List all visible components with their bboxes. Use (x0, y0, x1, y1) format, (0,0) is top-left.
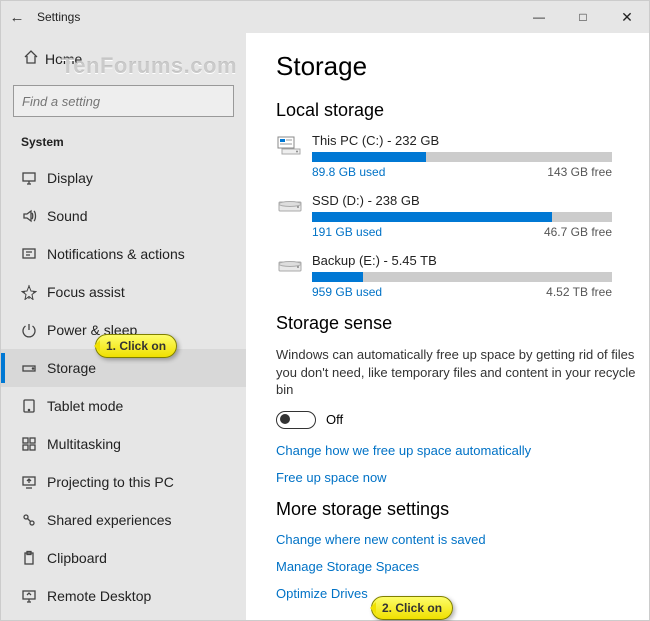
link-change-auto[interactable]: Change how we free up space automaticall… (276, 443, 637, 458)
multi-icon (21, 436, 47, 452)
storage-icon (21, 360, 47, 376)
storage-sense-heading: Storage sense (276, 313, 637, 334)
close-button[interactable]: ✕ (605, 1, 649, 33)
search-box[interactable] (13, 85, 234, 117)
maximize-button[interactable]: □ (561, 1, 605, 33)
drive-free: 46.7 GB free (544, 225, 612, 239)
main-content: Storage Local storage This PC (C:) - 232… (246, 33, 649, 620)
project-icon (21, 474, 47, 490)
local-storage-heading: Local storage (276, 100, 637, 121)
sidebar-item-remote[interactable]: Remote Desktop (1, 577, 246, 615)
more-settings-heading: More storage settings (276, 499, 637, 520)
nav-label: Notifications & actions (47, 246, 185, 262)
sidebar-item-clip[interactable]: Clipboard (1, 539, 246, 577)
nav-label: Tablet mode (47, 398, 123, 414)
sidebar-item-project[interactable]: Projecting to this PC (1, 463, 246, 501)
drive-usage-bar (312, 152, 612, 162)
sidebar-item-power[interactable]: Power & sleep (1, 311, 246, 349)
sidebar-item-notif[interactable]: Notifications & actions (1, 235, 246, 273)
drive-name: Backup (E:) - 5.45 TB (312, 253, 637, 268)
window-title: Settings (33, 10, 80, 24)
link-manage-spaces[interactable]: Manage Storage Spaces (276, 559, 637, 574)
sidebar-item-focus[interactable]: Focus assist (1, 273, 246, 311)
sidebar-item-multi[interactable]: Multitasking (1, 425, 246, 463)
link-change-location[interactable]: Change where new content is saved (276, 532, 637, 547)
page-title: Storage (276, 51, 637, 82)
nav-label: Display (47, 170, 93, 186)
drive-name: SSD (D:) - 238 GB (312, 193, 637, 208)
home-icon (23, 49, 45, 69)
remote-icon (21, 588, 47, 604)
tablet-icon (21, 398, 47, 414)
drive-icon (276, 193, 312, 239)
sidebar-item-about[interactable]: About (1, 615, 246, 620)
notif-icon (21, 246, 47, 262)
nav-label: Sound (47, 208, 87, 224)
sound-icon (21, 208, 47, 224)
sidebar-item-sound[interactable]: Sound (1, 197, 246, 235)
sidebar: Home System Display Sound Notifications & … (1, 33, 246, 620)
home-button[interactable]: Home (1, 41, 246, 77)
nav-label: Power & sleep (47, 322, 137, 338)
drive-row[interactable]: Backup (E:) - 5.45 TB 959 GB used4.52 TB … (276, 253, 637, 299)
drive-row[interactable]: This PC (C:) - 232 GB 89.8 GB used143 GB … (276, 133, 637, 179)
drive-free: 4.52 TB free (546, 285, 612, 299)
drive-free: 143 GB free (547, 165, 612, 179)
drive-icon (276, 133, 312, 179)
toggle-state-label: Off (326, 412, 343, 427)
nav-label: Remote Desktop (47, 588, 151, 604)
nav-label: Clipboard (47, 550, 107, 566)
nav-list: Display Sound Notifications & actions Focus… (1, 159, 246, 620)
nav-label: Storage (47, 360, 96, 376)
drive-used: 89.8 GB used (312, 165, 547, 179)
back-button[interactable]: ← (1, 9, 33, 26)
nav-label: Multitasking (47, 436, 121, 452)
link-free-now[interactable]: Free up space now (276, 470, 637, 485)
power-icon (21, 322, 47, 338)
sidebar-item-storage[interactable]: Storage (1, 349, 246, 387)
sidebar-item-tablet[interactable]: Tablet mode (1, 387, 246, 425)
drive-usage-bar (312, 272, 612, 282)
search-input[interactable] (22, 94, 225, 109)
drive-name: This PC (C:) - 232 GB (312, 133, 637, 148)
focus-icon (21, 284, 47, 300)
shared-icon (21, 512, 47, 528)
drive-row[interactable]: SSD (D:) - 238 GB 191 GB used46.7 GB free (276, 193, 637, 239)
sidebar-item-display[interactable]: Display (1, 159, 246, 197)
nav-label: Focus assist (47, 284, 125, 300)
drive-used: 191 GB used (312, 225, 544, 239)
storage-sense-toggle[interactable] (276, 411, 316, 429)
drive-icon (276, 253, 312, 299)
nav-label: Projecting to this PC (47, 474, 174, 490)
section-label: System (1, 131, 246, 159)
link-optimize-drives[interactable]: Optimize Drives (276, 586, 637, 601)
display-icon (21, 170, 47, 186)
nav-label: Shared experiences (47, 512, 172, 528)
sidebar-item-shared[interactable]: Shared experiences (1, 501, 246, 539)
storage-sense-description: Windows can automatically free up space … (276, 346, 636, 399)
drive-usage-bar (312, 212, 612, 222)
clip-icon (21, 550, 47, 566)
title-bar: ← Settings — □ ✕ (1, 1, 649, 33)
home-label: Home (45, 51, 82, 67)
minimize-button[interactable]: — (517, 1, 561, 33)
drive-used: 959 GB used (312, 285, 546, 299)
